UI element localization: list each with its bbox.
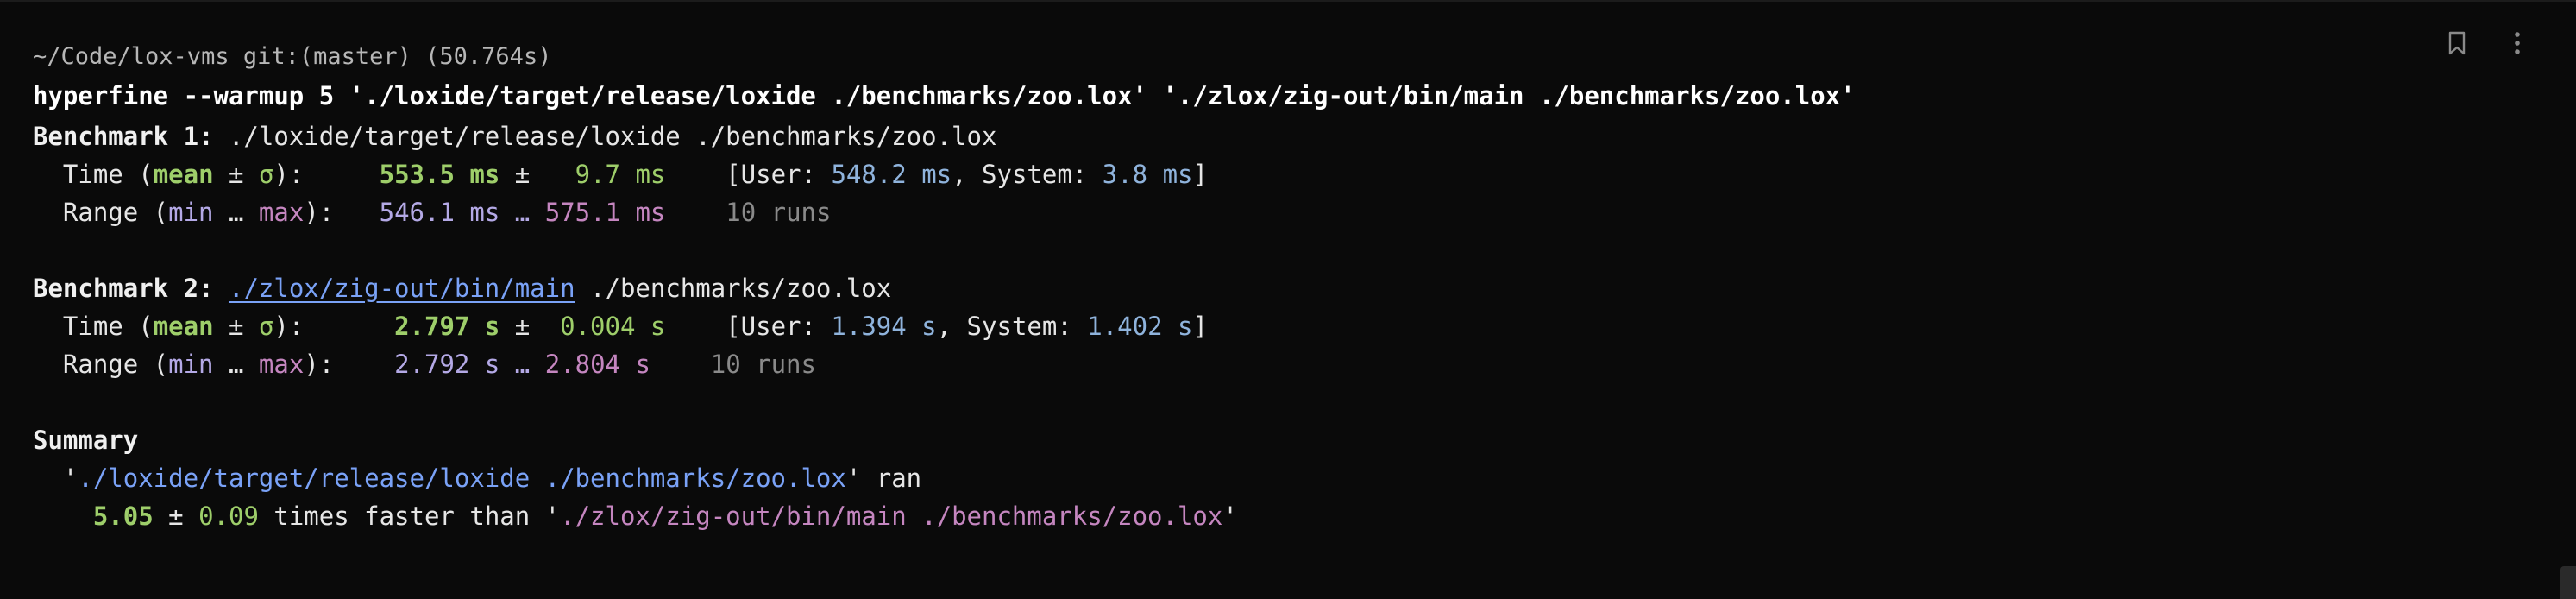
ellipsis: … (499, 198, 545, 227)
benchmark-1-header: Benchmark 1: ./loxide/target/release/lox… (33, 117, 2403, 155)
terminal-output-block[interactable]: ~/Code/lox-vms git:(master) (50.764s) hy… (33, 40, 2403, 535)
bookmark-icon[interactable] (2441, 28, 2472, 59)
system-time-value: 1.402 s (1087, 312, 1193, 341)
mean-value: 553.5 ms (379, 160, 500, 189)
time-label: Time ( (33, 312, 154, 341)
summary-fastest-row: './loxide/target/release/loxide ./benchm… (33, 459, 2403, 497)
benchmark-2-header: Benchmark 2: ./zlox/zig-out/bin/main ./b… (33, 269, 2403, 307)
min-value: 2.792 s (394, 350, 500, 379)
plus-minus: ± (499, 312, 561, 341)
user-time-value: 1.394 s (831, 312, 937, 341)
shell-prompt: ~/Code/lox-vms git:(master) (50.764s) (33, 43, 552, 70)
system-label: , System: (936, 312, 1088, 341)
sigma-value: 0.004 s (560, 312, 666, 341)
min-label: min (168, 198, 214, 227)
time-label-close: ): (273, 160, 380, 189)
max-value: 575.1 ms (544, 198, 666, 227)
summary-title: Summary (33, 421, 2403, 459)
max-label: max (258, 198, 305, 227)
quote: ' (1222, 501, 1238, 531)
fastest-command: ./loxide/target/release/loxide ./benchma… (78, 463, 846, 493)
executed-command: hyperfine --warmup 5 './loxide/target/re… (33, 81, 1856, 110)
user-time-value: 548.2 ms (831, 160, 952, 189)
sigma-value: 9.7 ms (575, 160, 666, 189)
plus-minus: ± (213, 312, 259, 341)
ran-label: ran (861, 463, 922, 493)
plus-minus: ± (213, 160, 259, 189)
min-label: min (168, 350, 214, 379)
ellipsis: … (213, 198, 259, 227)
block-actions (2441, 28, 2533, 59)
summary-ratio-row: 5.05 ± 0.09 times faster than './zlox/zi… (33, 497, 2403, 535)
benchmark-2-label: Benchmark 2: (33, 274, 214, 303)
more-vertical-icon[interactable] (2502, 28, 2533, 59)
mean-label: mean (153, 160, 214, 189)
bracket-close: ] (1192, 160, 1208, 189)
run-count: 10 runs (710, 350, 816, 379)
min-value: 546.1 ms (379, 198, 500, 227)
quote: ' (544, 501, 561, 531)
mean-label: mean (153, 312, 214, 341)
ellipsis: … (499, 350, 545, 379)
range-label-close: ): (304, 198, 380, 227)
system-time-value: 3.8 ms (1102, 160, 1193, 189)
range-label: Range ( (33, 350, 169, 379)
terminal-window: ~/Code/lox-vms git:(master) (50.764s) hy… (0, 0, 2576, 599)
time-label-close: ): (273, 312, 395, 341)
max-label: max (258, 350, 305, 379)
bracket-close: ] (1192, 312, 1208, 341)
benchmark-2-range-row: Range (min … max): 2.792 s … 2.804 s 10 … (33, 345, 2403, 383)
plus-minus: ± (499, 160, 575, 189)
sigma-label: σ (258, 312, 274, 341)
sigma-label: σ (258, 160, 274, 189)
benchmark-2-binary-link[interactable]: ./zlox/zig-out/bin/main (229, 274, 575, 303)
run-count: 10 runs (726, 198, 832, 227)
benchmark-2-command-args: ./benchmarks/zoo.lox (575, 274, 892, 303)
benchmark-2-time-row: Time (mean ± σ): 2.797 s ± 0.004 s [User… (33, 307, 2403, 345)
benchmark-1-time-row: Time (mean ± σ): 553.5 ms ± 9.7 ms [User… (33, 155, 2403, 193)
scrollbar-thumb[interactable] (2560, 566, 2576, 599)
benchmark-1-label: Benchmark 1: (33, 122, 214, 151)
times-faster-label: times faster than (258, 501, 545, 531)
range-label: Range ( (33, 198, 169, 227)
range-label-close: ): (304, 350, 395, 379)
slower-command: ./zlox/zig-out/bin/main ./benchmarks/zoo… (560, 501, 1223, 531)
speedup-ratio: 5.05 (92, 501, 154, 531)
speedup-error: 0.09 (198, 501, 259, 531)
mean-value: 2.797 s (394, 312, 500, 341)
benchmark-1-command: ./loxide/target/release/loxide ./benchma… (213, 122, 997, 151)
summary-heading: Summary (33, 426, 139, 455)
ellipsis: … (213, 350, 259, 379)
max-value: 2.804 s (544, 350, 650, 379)
benchmark-1-range-row: Range (min … max): 546.1 ms … 575.1 ms 1… (33, 193, 2403, 231)
quote: ' (62, 463, 79, 493)
plus-minus: ± (153, 501, 199, 531)
system-label: , System: (952, 160, 1103, 189)
time-label: Time ( (33, 160, 154, 189)
user-label: [User: (726, 312, 832, 341)
user-label: [User: (726, 160, 832, 189)
quote: ' (845, 463, 862, 493)
